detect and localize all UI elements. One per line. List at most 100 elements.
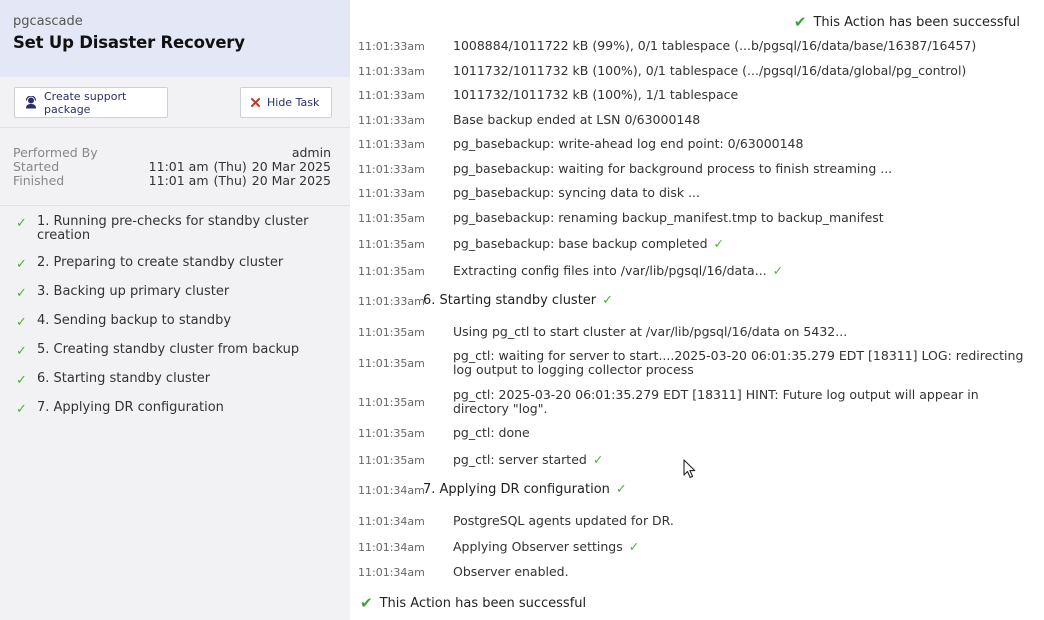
step-label: 4. Sending backup to standby xyxy=(37,313,232,328)
log-message: Applying Observer settings ✓ xyxy=(453,540,1028,554)
log-timestamp: 11:01:33am xyxy=(358,65,425,78)
step-list: ✓ 1. Running pre-checks for standby clus… xyxy=(0,206,350,417)
log-message: Using pg_ctl to start cluster at /var/li… xyxy=(453,324,848,339)
log-message: 7. Applying DR configuration ✓ xyxy=(423,483,998,497)
log-message: pg_ctl: waiting for server to start....2… xyxy=(453,348,1024,377)
create-support-package-label: Create support package xyxy=(44,89,127,116)
started-value: 11:01 am (Thu) 20 Mar 2025 xyxy=(144,159,331,174)
page-title: Set Up Disaster Recovery xyxy=(13,33,245,52)
create-support-package-button[interactable]: Create support package xyxy=(14,87,168,118)
success-message: This Action has been successful xyxy=(379,595,587,611)
success-message: This Action has been successful xyxy=(813,14,1020,30)
check-icon: ✓ xyxy=(16,216,27,231)
performed-by-row: Performed By admin xyxy=(0,145,350,160)
log-message: 1008884/1011722 kB (99%), 0/1 tablespace… xyxy=(453,38,977,53)
log-timestamp: 11:01:33am xyxy=(358,138,425,151)
finished-label: Finished xyxy=(13,173,65,188)
step-label: 2. Preparing to create standby cluster xyxy=(37,255,284,270)
log-timestamp: 11:01:33am xyxy=(358,295,425,308)
log-timestamp: 11:01:33am xyxy=(358,114,425,127)
step-item: ✓ 1. Running pre-checks for standby clus… xyxy=(0,215,350,243)
support-agent-icon xyxy=(25,96,37,109)
close-icon xyxy=(251,98,260,107)
finished-time: 11:01 am xyxy=(148,173,209,188)
log-message: pg_basebackup: base backup completed ✓ xyxy=(453,237,1028,251)
log-timestamp: 11:01:33am xyxy=(358,89,425,102)
log-text: Extracting config files into /var/lib/pg… xyxy=(453,263,767,278)
log-message: Base backup ended at LSN 0/63000148 xyxy=(453,112,701,127)
log-message: 1011732/1011732 kB (100%), 1/1 tablespac… xyxy=(453,87,739,102)
step-item: ✓ 6. Starting standby cluster xyxy=(0,371,350,388)
started-row: Started 11:01 am (Thu) 20 Mar 2025 xyxy=(0,159,350,174)
step-label: 1. Running pre-checks for standby cluste… xyxy=(37,214,309,243)
check-icon: ✓ xyxy=(16,286,27,301)
log-message: pg_basebackup: renaming backup_manifest.… xyxy=(453,210,884,225)
log-timestamp: 11:01:34am xyxy=(358,515,425,528)
success-banner-top: ✔ This Action has been successful xyxy=(794,13,1020,31)
log-text: Applying Observer settings xyxy=(453,539,623,554)
task-log-panel[interactable]: ✔ This Action has been successful 11:01:… xyxy=(350,0,1044,620)
log-text: 7. Applying DR configuration xyxy=(423,482,610,497)
performed-by-value: admin xyxy=(291,145,331,160)
task-actions: Create support package Hide Task xyxy=(0,77,350,128)
check-icon: ✓ xyxy=(16,402,27,417)
check-icon: ✓ xyxy=(16,344,27,359)
task-header: pgcascade Set Up Disaster Recovery xyxy=(0,0,350,77)
log-message: pg_ctl: server started ✓ xyxy=(453,453,1028,467)
log-timestamp: 11:01:34am xyxy=(358,566,425,579)
log-message: PostgreSQL agents updated for DR. xyxy=(453,513,674,528)
step-item: ✓ 4. Sending backup to standby xyxy=(0,313,350,330)
step-label: 7. Applying DR configuration xyxy=(37,400,224,415)
check-icon: ✓ xyxy=(16,257,27,272)
check-icon: ✓ xyxy=(592,452,604,467)
check-icon: ✓ xyxy=(16,315,27,330)
mouse-pointer-icon xyxy=(683,459,696,479)
started-label: Started xyxy=(13,159,60,174)
log-message: Extracting config files into /var/lib/pg… xyxy=(453,264,1028,278)
log-timestamp: 11:01:35am xyxy=(358,427,425,440)
step-label: 6. Starting standby cluster xyxy=(37,371,211,386)
log-timestamp: 11:01:35am xyxy=(358,238,425,251)
app-name: pgcascade xyxy=(13,14,83,29)
log-message: pg_ctl: 2025-03-20 06:01:35.279 EDT [183… xyxy=(453,387,979,416)
check-icon: ✓ xyxy=(602,293,614,308)
step-item: ✓ 2. Preparing to create standby cluster xyxy=(0,255,350,272)
started-date: 20 Mar 2025 xyxy=(251,159,331,174)
task-sidebar: pgcascade Set Up Disaster Recovery Creat… xyxy=(0,0,350,620)
started-time: 11:01 am xyxy=(148,159,209,174)
finished-row: Finished 11:01 am (Thu) 20 Mar 2025 xyxy=(0,173,350,188)
log-timestamp: 11:01:33am xyxy=(358,187,425,200)
log-message: pg_basebackup: write-ahead log end point… xyxy=(453,136,804,151)
log-message: Observer enabled. xyxy=(453,564,569,579)
log-message: pg_basebackup: syncing data to disk ... xyxy=(453,185,700,200)
log-text: pg_ctl: server started xyxy=(453,452,587,467)
check-icon: ✓ xyxy=(772,263,784,278)
finished-date: 20 Mar 2025 xyxy=(251,173,331,188)
log-timestamp: 11:01:34am xyxy=(358,541,425,554)
check-icon: ✔ xyxy=(793,13,807,31)
finished-day: (Thu) xyxy=(213,173,247,188)
log-message: pg_ctl: done xyxy=(453,425,530,440)
log-text: 6. Starting standby cluster xyxy=(423,293,597,308)
step-label: 5. Creating standby cluster from backup xyxy=(37,342,300,357)
success-banner-bottom: ✔ This Action has been successful xyxy=(360,594,586,612)
step-label: 3. Backing up primary cluster xyxy=(37,284,230,299)
check-icon: ✓ xyxy=(628,539,640,554)
log-timestamp: 11:01:33am xyxy=(358,163,425,176)
log-text: pg_basebackup: base backup completed xyxy=(453,236,708,251)
started-day: (Thu) xyxy=(213,159,247,174)
finished-value: 11:01 am (Thu) 20 Mar 2025 xyxy=(144,173,331,188)
log-timestamp: 11:01:35am xyxy=(358,396,425,409)
log-message: 6. Starting standby cluster ✓ xyxy=(423,294,998,308)
performed-by-label: Performed By xyxy=(13,145,98,160)
hide-task-button[interactable]: Hide Task xyxy=(240,87,332,118)
check-icon: ✓ xyxy=(16,373,27,388)
log-timestamp: 11:01:33am xyxy=(358,40,425,53)
log-timestamp: 11:01:35am xyxy=(358,357,425,370)
log-timestamp: 11:01:35am xyxy=(358,454,425,467)
step-item: ✓ 5. Creating standby cluster from backu… xyxy=(0,342,350,359)
log-timestamp: 11:01:35am xyxy=(358,265,425,278)
check-icon: ✓ xyxy=(615,482,627,497)
check-icon: ✔ xyxy=(360,594,373,612)
log-timestamp: 11:01:35am xyxy=(358,326,425,339)
